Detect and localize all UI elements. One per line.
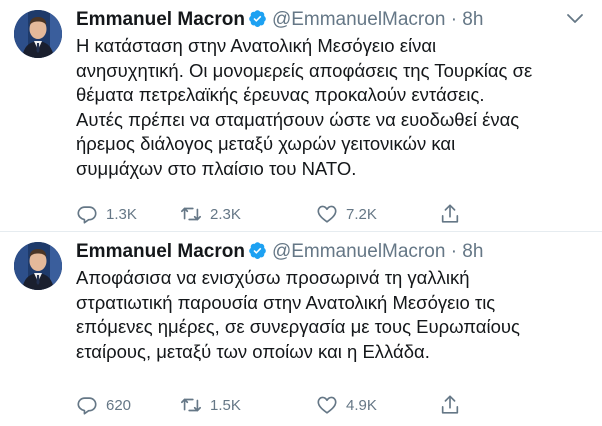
tweet-text-line: θέματα πετρελαϊκής έρευνας προκαλούν εντ… bbox=[76, 84, 485, 105]
reply-button[interactable]: 620 bbox=[76, 394, 131, 416]
timestamp[interactable]: 8h bbox=[462, 9, 483, 30]
share-icon bbox=[441, 395, 459, 414]
reply-count: 620 bbox=[106, 396, 132, 414]
retweet-count: 1.5K bbox=[210, 396, 241, 414]
retweet-icon bbox=[181, 398, 201, 412]
tweet-text-line: Η κατάσταση στην Ανατολική Μεσόγειο είνα… bbox=[76, 35, 437, 56]
share-button[interactable] bbox=[439, 203, 469, 225]
verified-badge-icon bbox=[249, 10, 266, 27]
timestamp[interactable]: 8h bbox=[462, 241, 483, 262]
reply-button[interactable]: 1.3K bbox=[76, 203, 137, 225]
reply-count: 1.3K bbox=[106, 205, 137, 223]
avatar[interactable] bbox=[14, 242, 62, 290]
tweet-actions: 620 1.5K 4.9K bbox=[76, 394, 476, 416]
share-button[interactable] bbox=[439, 394, 469, 416]
retweet-button[interactable]: 1.5K bbox=[180, 394, 241, 416]
author-handle[interactable]: @EmmanuelMacron bbox=[272, 241, 445, 262]
tweet-text: Αποφάσισα να ενισχύσω προσωρινά τη γαλλι… bbox=[76, 266, 576, 364]
tweet-text-line: εταίρους, μεταξύ των οποίων και η Ελλάδα… bbox=[76, 340, 430, 362]
tweet-text-line: ανησυχητική. Οι μονομερείς αποφάσεις της… bbox=[76, 59, 533, 81]
avatar[interactable] bbox=[14, 10, 62, 58]
chevron-down-icon[interactable] bbox=[566, 12, 584, 26]
tweet-text-line: στρατιωτική παρουσία στην Ανατολική Μεσό… bbox=[76, 291, 496, 313]
author-name[interactable]: Emmanuel Macron bbox=[76, 9, 245, 30]
like-count: 7.2K bbox=[346, 205, 377, 223]
reply-icon bbox=[77, 206, 97, 224]
like-icon bbox=[317, 205, 337, 223]
reply-icon bbox=[77, 397, 97, 415]
tweet-text-line: συμμάχων στο πλαίσιο του ΝΑΤΟ. bbox=[76, 157, 357, 179]
retweet-button[interactable]: 2.3K bbox=[180, 203, 241, 225]
tweet-text-line: Αποφάσισα να ενισχύσω προσωρινά τη γαλλι… bbox=[76, 267, 470, 288]
like-button[interactable]: 4.9K bbox=[316, 394, 377, 416]
tweet[interactable]: Emmanuel Macron @EmmanuelMacron · 8h Η κα… bbox=[0, 0, 602, 232]
like-count: 4.9K bbox=[346, 396, 377, 414]
author-handle[interactable]: @EmmanuelMacron bbox=[272, 9, 445, 30]
tweet-actions: 1.3K 2.3K 7.2K bbox=[76, 203, 476, 225]
like-icon bbox=[317, 396, 337, 414]
separator-dot: · bbox=[450, 9, 458, 30]
retweet-count: 2.3K bbox=[210, 205, 241, 223]
tweet-header: Emmanuel Macron @EmmanuelMacron · 8h bbox=[76, 8, 483, 32]
tweet-text-line: Αυτές πρέπει να σταματήσουν ώστε να ευοδ… bbox=[76, 108, 520, 130]
author-name[interactable]: Emmanuel Macron bbox=[76, 241, 245, 262]
tweet-text-line: ήρεμος διάλογος μεταξύ χωρών γειτονικών … bbox=[76, 133, 456, 154]
retweet-icon bbox=[181, 207, 201, 221]
tweet[interactable]: Emmanuel Macron @EmmanuelMacron · 8h Αποφ… bbox=[0, 232, 602, 426]
like-button[interactable]: 7.2K bbox=[316, 203, 377, 225]
share-icon bbox=[441, 204, 459, 223]
verified-badge-icon bbox=[249, 242, 266, 259]
tweet-header: Emmanuel Macron @EmmanuelMacron · 8h bbox=[76, 240, 483, 264]
tweet-text: Η κατάσταση στην Ανατολική Μεσόγειο είνα… bbox=[76, 34, 576, 181]
separator-dot: · bbox=[450, 241, 458, 262]
tweet-text-line: επόμενες ημέρες, σε συνεργασία με τους Ε… bbox=[76, 316, 520, 337]
